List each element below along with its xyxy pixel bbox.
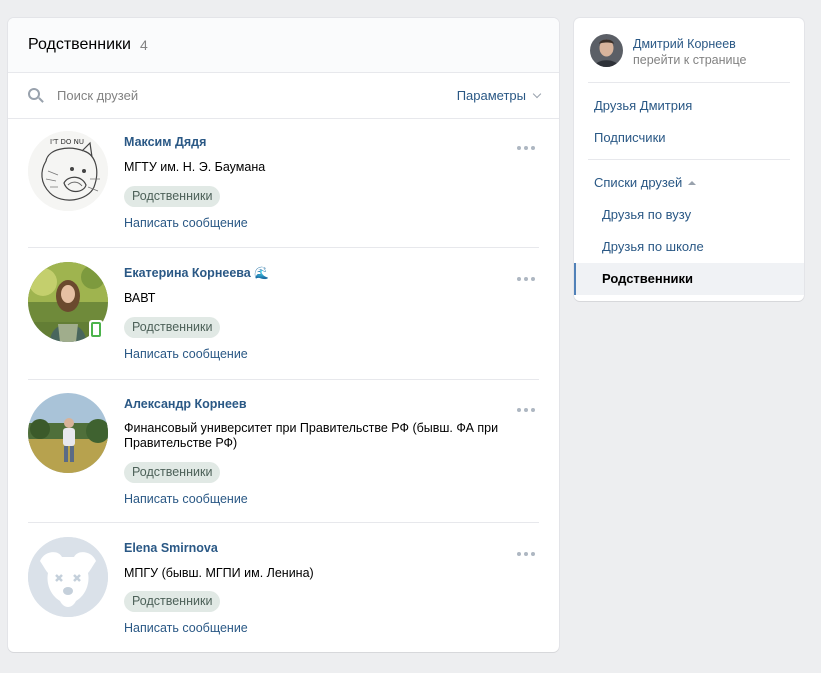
sidebar-item-relatives[interactable]: Родственники [574, 263, 804, 295]
friend-education: МПГУ (бывш. МГПИ им. Ленина) [124, 566, 314, 580]
params-label: Параметры [456, 88, 526, 103]
page-title: Родственники [28, 36, 131, 53]
caret-up-icon [688, 181, 697, 185]
friend-row: I'T DO NU Максим Дядя МГТУ им. Н. Э. Бау… [28, 131, 539, 248]
write-message-link[interactable]: Написать сообщение [124, 492, 248, 506]
more-icon[interactable] [517, 408, 535, 412]
search-row: Параметры [8, 73, 559, 119]
more-icon[interactable] [517, 146, 535, 150]
avatar[interactable]: I'T DO NU [28, 131, 108, 211]
friend-row: Elena Smirnova МПГУ (бывш. МГПИ им. Лени… [28, 537, 539, 647]
divider [28, 247, 539, 248]
profile-name-link[interactable]: Дмитрий Корнеев [633, 37, 736, 51]
sidebar-item-university-friends[interactable]: Друзья по вузу [602, 207, 691, 222]
more-icon[interactable] [517, 552, 535, 556]
sidebar-item-school-friends[interactable]: Друзья по школе [602, 239, 704, 254]
list-badge[interactable]: Родственники [124, 462, 221, 483]
online-mobile-icon [89, 320, 103, 339]
friend-lists-label: Списки друзей [594, 175, 683, 190]
friend-education: Финансовый университет при Правительстве… [124, 421, 499, 450]
friends-card: Родственники 4 Параметры I'T DO NU [8, 18, 559, 652]
sidebar-item-relatives-label: Родственники [602, 271, 694, 286]
friend-row: Александр Корнеев Финансовый университет… [28, 393, 539, 523]
go-to-page-link[interactable]: перейти к странице [633, 53, 746, 67]
more-icon[interactable] [517, 277, 535, 281]
search-input[interactable] [57, 88, 357, 103]
sidebar-item-followers[interactable]: Подписчики [594, 130, 666, 145]
divider [28, 522, 539, 523]
friend-name[interactable]: Екатерина Корнеева 🌊 [124, 266, 269, 280]
friend-education: ВАВТ [124, 291, 156, 305]
friend-name[interactable]: Elena Smirnova [124, 541, 218, 555]
search-icon [28, 87, 44, 104]
avatar[interactable] [28, 393, 108, 473]
list-badge[interactable]: Родственники [124, 591, 221, 612]
svg-text:I'T DO NU: I'T DO NU [50, 138, 84, 146]
sidebar-item-friends[interactable]: Друзья Дмитрия [594, 98, 692, 113]
friend-name[interactable]: Александр Корнеев [124, 397, 247, 411]
list-badge[interactable]: Родственники [124, 186, 221, 207]
sidebar-item-friend-lists[interactable]: Списки друзей [594, 175, 697, 190]
divider [588, 82, 790, 83]
write-message-link[interactable]: Написать сообщение [124, 621, 248, 635]
avatar[interactable] [28, 537, 108, 617]
wave-emoji-icon: 🌊 [254, 266, 270, 280]
friend-education: МГТУ им. Н. Э. Баумана [124, 160, 266, 174]
divider [28, 379, 539, 380]
card-header: Родственники 4 [8, 18, 559, 73]
divider [588, 159, 790, 160]
deactivated-dog-icon [28, 537, 108, 617]
chevron-down-icon [532, 89, 542, 98]
write-message-link[interactable]: Написать сообщение [124, 216, 248, 230]
params-dropdown[interactable]: Параметры [456, 88, 542, 103]
list-badge[interactable]: Родственники [124, 317, 221, 338]
avatar[interactable] [590, 34, 623, 67]
friend-name-text: Екатерина Корнеева [124, 266, 251, 280]
write-message-link[interactable]: Написать сообщение [124, 347, 248, 361]
friend-row: Екатерина Корнеева 🌊 ВАВТ Родственники Н… [28, 262, 539, 380]
sidebar-card: Дмитрий Корнеев перейти к странице Друзь… [574, 18, 804, 301]
friends-count: 4 [139, 37, 148, 53]
friend-name[interactable]: Максим Дядя [124, 135, 206, 149]
